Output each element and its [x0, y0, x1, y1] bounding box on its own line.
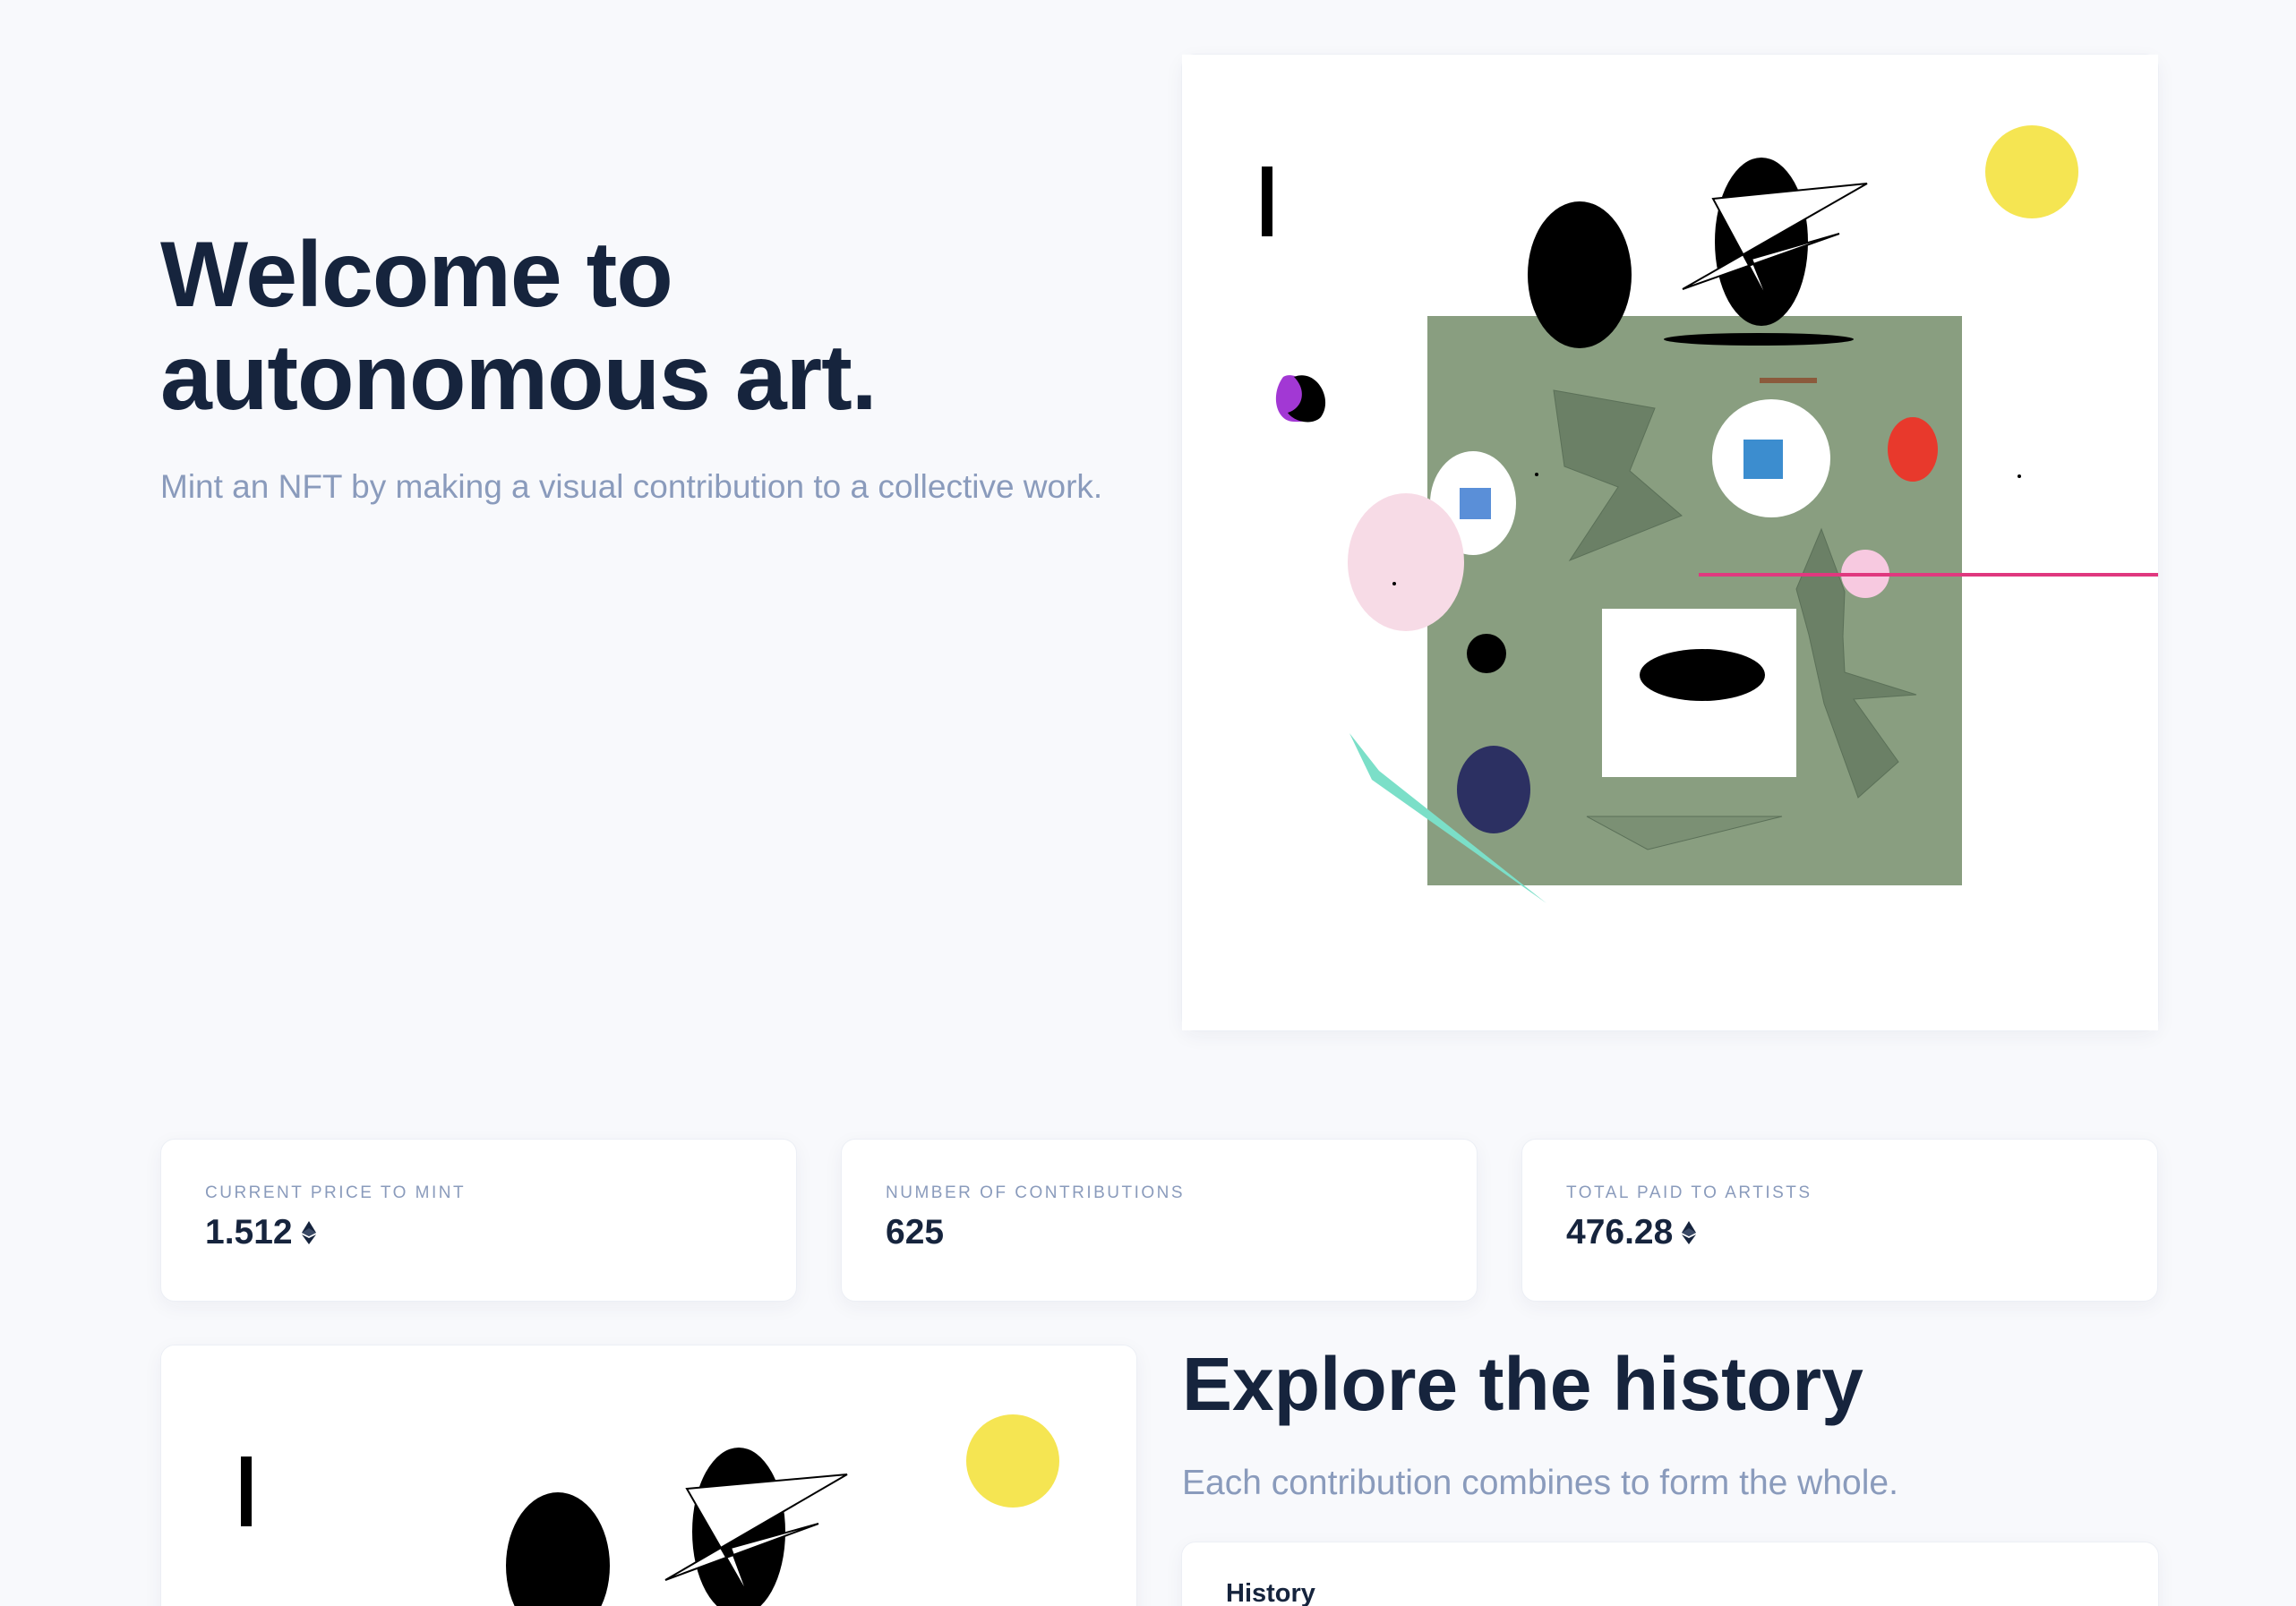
yellow-circle	[1985, 125, 2078, 218]
pink-ellipse-large	[1348, 493, 1464, 631]
contributions-value: 625	[886, 1213, 945, 1251]
stat-card-total-paid: Total paid to artists 476.28	[1521, 1139, 2158, 1302]
red-ellipse	[1888, 417, 1938, 482]
tiny-dot-2	[2018, 474, 2021, 478]
magenta-line	[1699, 573, 2158, 577]
blue-square-right	[1743, 440, 1783, 479]
navy-ellipse	[1457, 746, 1530, 833]
price-value: 1.512	[205, 1213, 293, 1251]
hero-title: Welcome to autonomous art.	[160, 223, 878, 430]
yellow-circle	[966, 1414, 1059, 1508]
stat-value: 476.28	[1566, 1213, 1697, 1252]
tiny-dot-3	[1392, 582, 1396, 585]
history-card[interactable]: History	[1181, 1542, 2159, 1606]
black-ellipse-large	[1528, 201, 1632, 348]
stat-card-contributions: Number of contributions 625	[841, 1139, 1478, 1302]
black-dot-large	[1467, 634, 1506, 673]
ethereum-icon	[301, 1221, 316, 1244]
page: Welcome to autonomous art. Mint an NFT b…	[0, 0, 2296, 1606]
black-ellipse-center	[1640, 649, 1765, 701]
stat-label: Current price to mint	[205, 1183, 467, 1202]
stat-label: Number of contributions	[886, 1183, 1186, 1202]
black-flat-ellipse	[1664, 333, 1854, 346]
hero-subtitle: Mint an NFT by making a visual contribut…	[160, 468, 1103, 505]
history-card-label: History	[1226, 1579, 1315, 1606]
artwork-card	[1181, 54, 2159, 1031]
stat-value: 1.512	[205, 1213, 316, 1252]
history-section-subtitle: Each contribution combines to form the w…	[1182, 1464, 1898, 1502]
history-artwork-preview	[161, 1345, 1136, 1606]
black-bar	[241, 1457, 252, 1526]
history-section-title: Explore the history	[1182, 1342, 1863, 1426]
brown-line	[1760, 378, 1817, 383]
stat-label: Total paid to artists	[1566, 1183, 1812, 1202]
blue-square-left	[1460, 488, 1491, 519]
stat-value: 625	[886, 1213, 944, 1252]
total-paid-value: 476.28	[1566, 1213, 1674, 1251]
stat-card-price: Current price to mint 1.512	[160, 1139, 797, 1302]
black-bar	[1262, 167, 1272, 236]
ethereum-icon	[1682, 1221, 1697, 1244]
tiny-dot-1	[1535, 473, 1538, 476]
collective-artwork	[1182, 55, 2158, 1030]
history-artwork-card[interactable]	[160, 1345, 1137, 1606]
